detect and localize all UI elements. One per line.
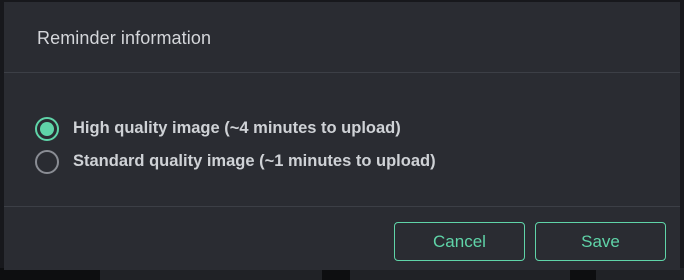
radio-high-quality[interactable] — [35, 116, 59, 141]
reminder-dialog: Reminder information High quality image … — [4, 2, 680, 270]
radio-selected-dot — [40, 121, 54, 136]
dialog-footer: Cancel Save — [4, 206, 680, 270]
dialog-title: Reminder information — [37, 28, 212, 48]
option-standard-quality[interactable]: Standard quality image (~1 minutes to up… — [35, 145, 436, 178]
option-high-quality[interactable]: High quality image (~4 minutes to upload… — [35, 112, 436, 145]
save-button[interactable]: Save — [535, 222, 666, 261]
radio-standard-quality[interactable] — [35, 149, 59, 174]
option-standard-quality-label[interactable]: Standard quality image (~1 minutes to up… — [73, 152, 436, 171]
dialog-header: Reminder information — [4, 2, 680, 73]
cancel-button[interactable]: Cancel — [394, 222, 525, 261]
option-high-quality-label[interactable]: High quality image (~4 minutes to upload… — [73, 119, 401, 138]
quality-options: High quality image (~4 minutes to upload… — [35, 112, 436, 178]
